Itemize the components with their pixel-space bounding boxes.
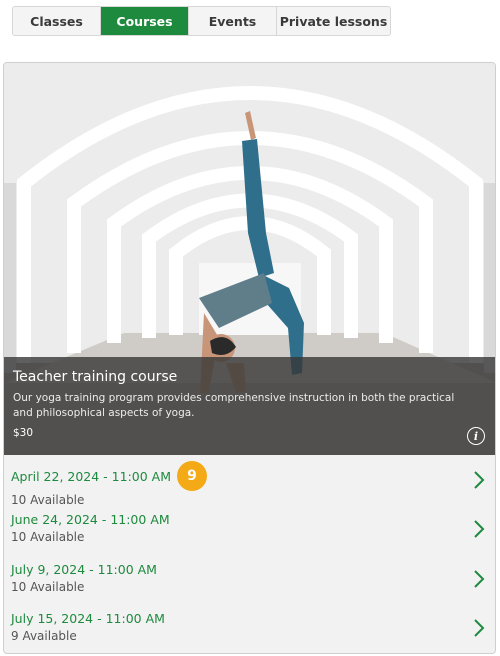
session-date: April 22, 2024 - 11:00 AM (11, 469, 171, 484)
session-date: June 24, 2024 - 11:00 AM (11, 512, 170, 528)
chevron-right-icon[interactable] (473, 519, 485, 539)
category-tabs: Classes Courses Events Private lessons (12, 6, 391, 36)
info-icon[interactable]: i (467, 427, 485, 445)
session-date: July 9, 2024 - 11:00 AM (11, 561, 157, 577)
session-date-row: April 22, 2024 - 11:00 AM 9 (11, 461, 487, 491)
session-list: April 22, 2024 - 11:00 AM 9 10 Available… (4, 455, 495, 652)
course-price: $30 (13, 427, 34, 439)
chevron-right-icon[interactable] (473, 618, 485, 638)
chevron-right-icon[interactable] (473, 569, 485, 589)
session-availability: 10 Available (11, 530, 85, 545)
tab-courses[interactable]: Courses (101, 7, 189, 35)
course-description: Our yoga training program provides compr… (13, 392, 455, 419)
course-info-overlay: Teacher training course Our yoga trainin… (4, 357, 495, 455)
notification-badge: 9 (177, 461, 207, 491)
session-availability: 9 Available (11, 628, 77, 643)
course-title: Teacher training course (13, 369, 178, 385)
session-availability: 10 Available (11, 579, 85, 594)
session-item[interactable]: July 15, 2024 - 11:00 AM 9 Available (4, 603, 495, 652)
session-date: July 15, 2024 - 11:00 AM (11, 610, 165, 626)
course-hero-image: Teacher training course Our yoga trainin… (4, 63, 495, 455)
tab-private-lessons[interactable]: Private lessons (277, 7, 390, 35)
tab-events[interactable]: Events (189, 7, 277, 35)
session-item[interactable]: July 9, 2024 - 11:00 AM 10 Available (4, 554, 495, 603)
tab-classes[interactable]: Classes (13, 7, 101, 35)
session-item[interactable]: June 24, 2024 - 11:00 AM 10 Available (4, 504, 495, 553)
session-item[interactable]: April 22, 2024 - 11:00 AM 9 10 Available (4, 455, 495, 507)
course-card: Teacher training course Our yoga trainin… (3, 62, 496, 654)
chevron-right-icon[interactable] (473, 470, 485, 490)
